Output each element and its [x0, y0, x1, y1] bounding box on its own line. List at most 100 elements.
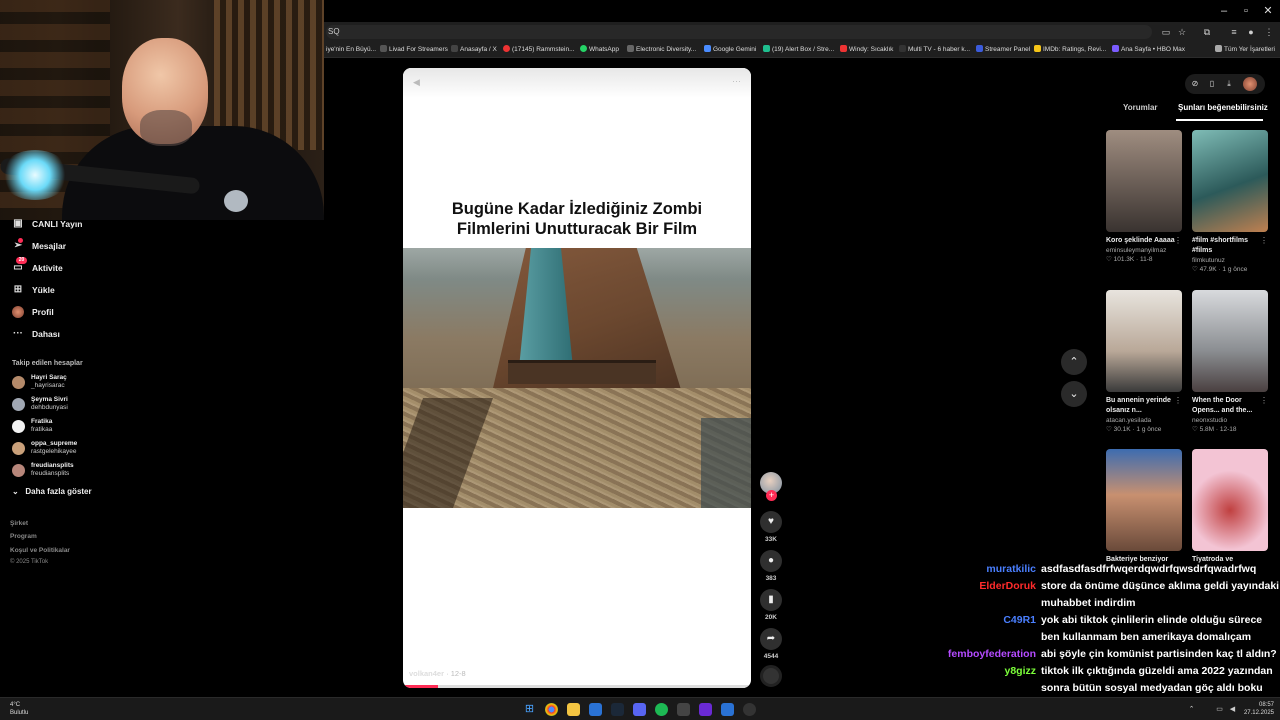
bookmark[interactable]: WhatsApp	[580, 44, 619, 56]
following-title: Takip edilen hesaplar	[12, 360, 83, 367]
video-thumbnail	[1192, 449, 1268, 551]
comment-count: 383	[765, 575, 777, 582]
progress-bar[interactable]	[403, 685, 438, 688]
followed-account[interactable]: freudiansplits freudiansplits	[12, 460, 74, 480]
star-icon[interactable]: ☆	[1176, 26, 1188, 38]
footer-link[interactable]: Koşul ve Politikalar	[10, 547, 70, 554]
avatar	[12, 463, 25, 477]
chat-username: y8gizz	[1004, 665, 1036, 677]
footer-link[interactable]: Program	[10, 533, 37, 540]
avatar	[12, 441, 25, 455]
phone-icon[interactable]: ▯	[1206, 78, 1218, 90]
chrome-icon[interactable]	[545, 703, 558, 716]
close-icon[interactable]: ✕	[1258, 3, 1278, 19]
nav-more[interactable]: ··· Dahası	[12, 327, 60, 341]
followed-account[interactable]: Şeyma Sivri dehbdunyasi	[12, 394, 68, 414]
bookmark-folder[interactable]: Tüm Yer İşaretleri	[1215, 44, 1275, 56]
progress-track[interactable]	[403, 685, 751, 688]
recommended-video-card[interactable]: Bakteriye benziyor	[1106, 449, 1182, 565]
followed-account[interactable]: Fratika fratikaa	[12, 416, 52, 436]
tab-comments[interactable]: Yorumlar	[1123, 103, 1158, 112]
video-thumbnail	[1106, 449, 1182, 551]
bookmark-icon: ▮	[760, 589, 782, 611]
recommended-video-card[interactable]: Koro şeklinde Aaaaa eminsuleymanyilmaz ♡…	[1106, 130, 1182, 263]
followed-account[interactable]: Hayri Saraç _hayrisarac	[12, 372, 67, 392]
folder-icon[interactable]	[567, 703, 580, 716]
footer-link[interactable]: Şirket	[10, 520, 28, 527]
network-icon[interactable]: ▭	[1213, 703, 1226, 716]
extensions-icon[interactable]: ⧉	[1201, 26, 1213, 38]
bookmark[interactable]: iye'nin En Büyü...	[326, 44, 376, 56]
steam-icon[interactable]	[611, 703, 624, 716]
app-icon[interactable]	[699, 703, 712, 716]
more-icon[interactable]: ···	[732, 76, 741, 86]
volume-icon[interactable]: ◀	[1226, 703, 1239, 716]
bookmark[interactable]: Livad For Streamers	[380, 44, 448, 56]
bookmark[interactable]: Streamer Panel	[976, 44, 1030, 56]
bookmark[interactable]: (17145) Rammstein...	[503, 44, 575, 56]
share-button[interactable]: ➦ 4544	[760, 628, 782, 660]
recommended-video-card[interactable]: When the Door Opens... and the... neonxs…	[1192, 290, 1268, 433]
chevron-down-icon: ⌄	[12, 487, 19, 496]
weather-widget[interactable]: 4°C Bulutlu	[10, 701, 28, 717]
video-frame	[403, 248, 751, 508]
sound-disc[interactable]	[760, 665, 782, 687]
bookmark[interactable]: Electronic Diversity...	[627, 44, 696, 56]
next-video-button[interactable]: ⌄	[1061, 381, 1087, 407]
video-author[interactable]: volkan4er · 12-8	[409, 669, 466, 678]
recommended-video-card[interactable]: Tiyatroda ve	[1192, 449, 1268, 565]
app-icon[interactable]	[721, 703, 734, 716]
more-icon[interactable]: ⋮	[1260, 396, 1268, 405]
obs-icon[interactable]	[743, 703, 756, 716]
tab-search-icon[interactable]: ≡	[1228, 26, 1240, 38]
chat-message-line: ben kullanmam ben amerikaya domalıçam	[1041, 631, 1252, 643]
heart-icon: ♥	[760, 511, 782, 533]
video-player[interactable]: ◀ ··· Bugüne Kadar İzlediğiniz Zombi Fil…	[403, 68, 751, 688]
bookmark[interactable]: Multi TV - 6 haber k...	[899, 44, 970, 56]
discord-icon[interactable]	[633, 703, 646, 716]
tray-arrow-icon[interactable]: ⌃	[1185, 703, 1198, 716]
more-icon[interactable]: ⋮	[1260, 236, 1268, 245]
more-icon[interactable]: ⋮	[1174, 236, 1182, 245]
previous-video-button[interactable]: ⌃	[1061, 349, 1087, 375]
nav-activity[interactable]: ▭ 20 Aktivite	[12, 257, 63, 275]
save-button[interactable]: ▮ 20K	[760, 589, 782, 621]
minimize-icon[interactable]: –	[1214, 3, 1234, 19]
cast-icon[interactable]: ▭	[1160, 26, 1172, 38]
follow-button[interactable]: +	[766, 490, 777, 501]
menu-icon[interactable]: ⋮	[1263, 26, 1275, 38]
recommended-video-card[interactable]: Bu annenin yerinde olsanız n... atacan.y…	[1106, 290, 1182, 433]
download-icon[interactable]: ⤓	[1223, 78, 1235, 90]
chevron-up-icon: ⌃	[1069, 356, 1079, 368]
profile-icon[interactable]: ●	[1245, 26, 1257, 38]
recommended-video-card[interactable]: #film #shortfilms #films filmkutunuz ♡ 4…	[1192, 130, 1268, 273]
bookmark[interactable]: Google Gemini	[704, 44, 756, 56]
clock[interactable]: 08:57 27.12.2025	[1240, 701, 1274, 717]
windows-start-icon[interactable]: ⊞	[523, 703, 536, 716]
app-icon[interactable]	[677, 703, 690, 716]
like-button[interactable]: ♥ 33K	[760, 511, 782, 543]
comment-button[interactable]: ● 383	[760, 550, 782, 582]
bookmark[interactable]: Windy: Sıcaklık	[840, 44, 893, 56]
app-icon[interactable]	[589, 703, 602, 716]
url-field[interactable]: SQ	[326, 25, 1152, 39]
nav-upload[interactable]: ⊞ Yükle	[12, 283, 55, 297]
spotify-icon[interactable]	[655, 703, 668, 716]
right-panel-toolbar: ⊘ ▯ ⤓	[1185, 74, 1265, 94]
show-more-button[interactable]: ⌄ Daha fazla göster	[12, 487, 92, 496]
bookmark[interactable]: (19) Alert Box / Stre...	[763, 44, 834, 56]
embed-icon[interactable]: ⊘	[1189, 78, 1201, 90]
send-icon: ➢	[13, 238, 23, 251]
tab-recommended[interactable]: Şunları beğenebilirsiniz	[1178, 103, 1268, 112]
nav-messages[interactable]: ➢ Mesajlar	[12, 238, 66, 253]
volume-icon[interactable]: ◀	[413, 77, 420, 88]
avatar[interactable]	[1243, 77, 1257, 91]
more-icon[interactable]: ⋮	[1174, 396, 1182, 405]
maximize-icon[interactable]: ▫	[1236, 3, 1256, 19]
bookmark[interactable]: Anasayfa / X	[451, 44, 497, 56]
nav-live[interactable]: ▣ CANLI Yayın	[12, 217, 82, 231]
bookmark[interactable]: Ana Sayfa • HBO Max	[1112, 44, 1185, 56]
followed-account[interactable]: oppa_supreme rastgelehikayee	[12, 438, 77, 458]
nav-profile[interactable]: Profil	[12, 305, 54, 319]
bookmark[interactable]: IMDb: Ratings, Revi...	[1034, 44, 1106, 56]
